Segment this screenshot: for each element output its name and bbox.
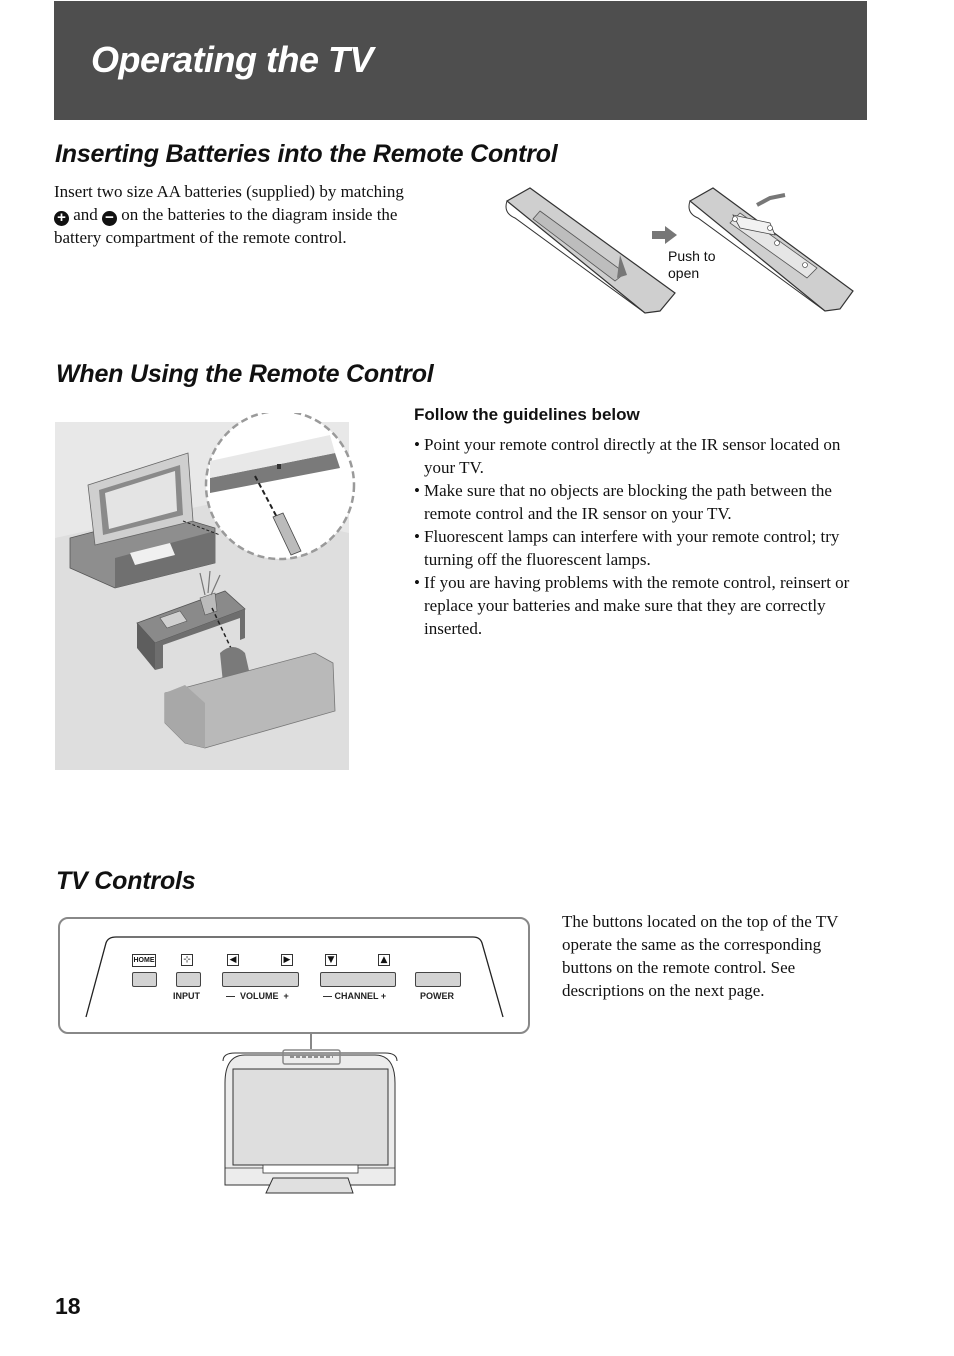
batteries-text-line2: + and − on the batteries to the diagram … xyxy=(54,203,474,226)
tv-controls-description: The buttons located on the top of the TV… xyxy=(562,912,839,1000)
guideline-item: Make sure that no objects are blocking t… xyxy=(414,479,864,525)
volume-button[interactable] xyxy=(222,972,299,987)
guideline-item: If you are having problems with the remo… xyxy=(414,571,864,640)
room-illustration xyxy=(55,413,356,770)
batteries-heading: Inserting Batteries into the Remote Cont… xyxy=(55,140,558,168)
input-icon: ⊹ xyxy=(181,954,193,966)
page-title: Operating the TV xyxy=(91,39,374,80)
push-to-open-label: Push to open xyxy=(668,248,715,282)
home-button[interactable] xyxy=(132,972,157,987)
input-label: INPUT xyxy=(173,991,200,1001)
page-number: 18 xyxy=(55,1293,81,1319)
and-text: and xyxy=(69,205,103,224)
channel-up-icon: ▲ xyxy=(378,954,390,966)
push-arrow-icon xyxy=(652,226,677,244)
minus-icon: − xyxy=(102,210,118,226)
channel-button[interactable] xyxy=(320,972,396,987)
guidelines-list: Point your remote control directly at th… xyxy=(414,433,864,640)
channel-label: — CHANNEL + xyxy=(323,991,387,1001)
power-label: POWER xyxy=(420,991,455,1001)
remote-closed-illustration xyxy=(505,187,676,314)
plus-icon: + xyxy=(54,210,69,226)
push-label-line2: open xyxy=(668,265,700,281)
volume-down-icon: ◀ xyxy=(227,954,239,966)
tv-front-illustration xyxy=(222,1033,398,1194)
power-button[interactable] xyxy=(415,972,461,987)
batteries-text-line1: Insert two size AA batteries (supplied) … xyxy=(54,182,404,201)
guideline-item: Point your remote control directly at th… xyxy=(414,433,864,479)
home-icon: HOME xyxy=(132,954,156,967)
input-button[interactable] xyxy=(176,972,201,987)
guidelines-title: Follow the guidelines below xyxy=(414,405,640,424)
batteries-text: Insert two size AA batteries (supplied) … xyxy=(54,180,474,249)
tv-controls-heading: TV Controls xyxy=(56,867,196,895)
push-label-line1: Push to xyxy=(668,248,716,264)
batteries-text-line2-rest: on the batteries to the diagram inside t… xyxy=(117,205,398,224)
batteries-text-line3: battery compartment of the remote contro… xyxy=(54,228,347,247)
remote-use-heading: When Using the Remote Control xyxy=(56,360,434,388)
volume-label: — VOLUME + xyxy=(226,991,289,1001)
volume-up-icon: ▶ xyxy=(281,954,293,966)
ir-sensor-zoom-circle xyxy=(204,413,356,561)
guideline-item: Fluorescent lamps can interfere with you… xyxy=(414,525,864,571)
channel-down-icon: ▼ xyxy=(325,954,337,966)
title-bar: Operating the TV xyxy=(54,1,867,120)
